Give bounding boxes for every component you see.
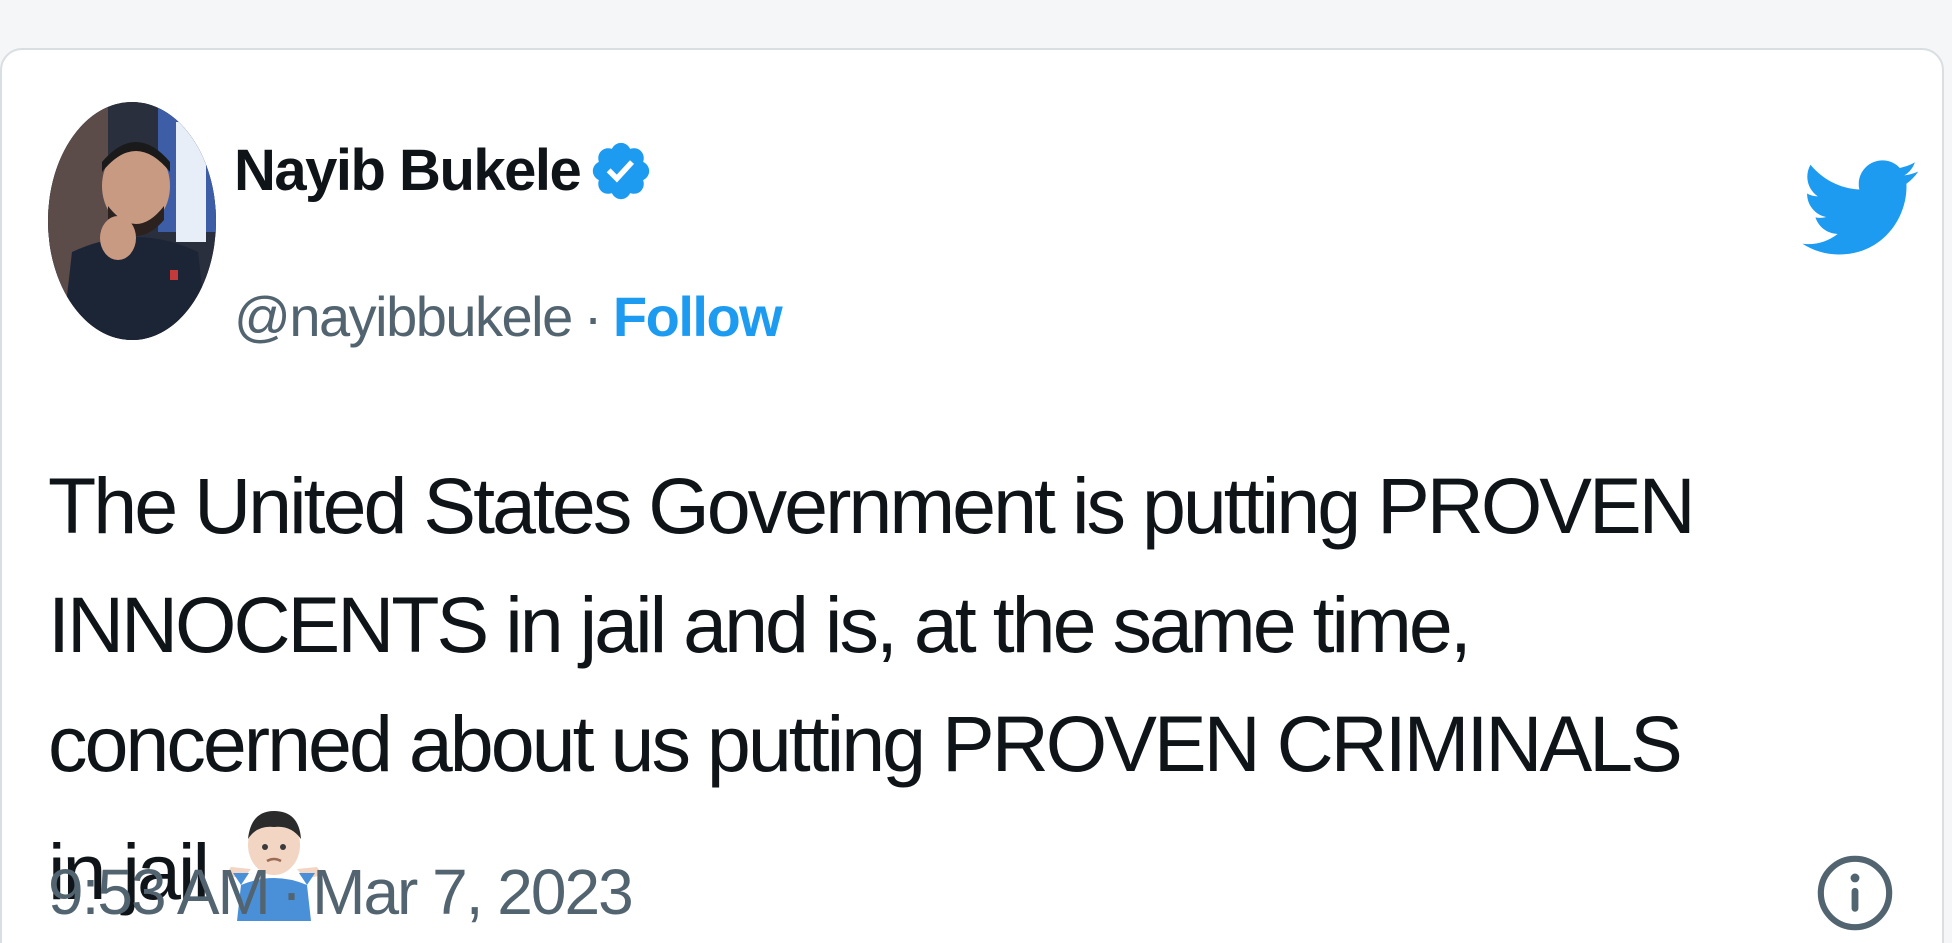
avatar[interactable]	[48, 102, 216, 340]
twitter-bird-icon[interactable]	[1802, 160, 1920, 258]
page: Nayib Bukele @nayibbukele · Follow The U…	[0, 0, 1952, 943]
tweet-time: 9:53 AM	[48, 856, 271, 928]
tweet-date: Mar 7, 2023	[312, 856, 634, 928]
avatar-photo	[48, 102, 216, 340]
verified-badge-icon	[593, 142, 650, 200]
handle-separator: ·	[583, 285, 603, 348]
info-icon[interactable]	[1814, 852, 1896, 934]
tweet-card: Nayib Bukele @nayibbukele · Follow The U…	[0, 48, 1944, 943]
author-handle[interactable]: @nayibbukele	[234, 289, 573, 345]
author-name-row: Nayib Bukele	[234, 134, 654, 208]
author-name[interactable]: Nayib Bukele	[234, 142, 582, 200]
tweet-timestamp[interactable]: 9:53 AM · Mar 7, 2023	[48, 852, 634, 932]
author-handle-row: @nayibbukele · Follow	[234, 282, 783, 352]
follow-button[interactable]: Follow	[613, 289, 783, 345]
time-separator: ·	[280, 856, 302, 928]
